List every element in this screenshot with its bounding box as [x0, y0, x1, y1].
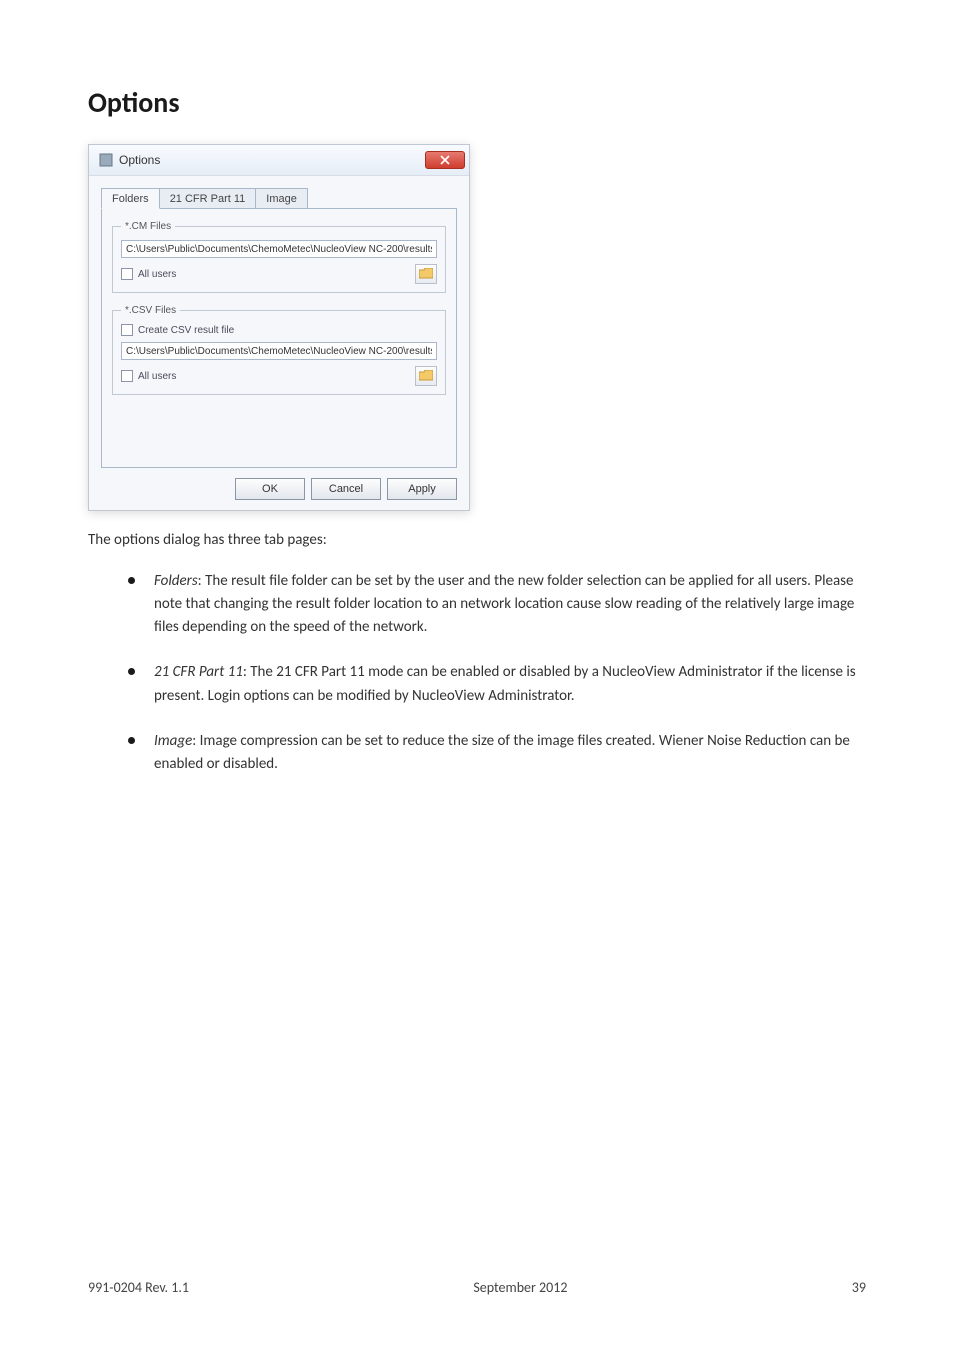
bullet-folders-text: : The result file folder can be set by t… — [154, 572, 854, 637]
bullet-21cfr-text: : The 21 CFR Part 11 mode can be enabled… — [154, 663, 856, 704]
tab-bar: Folders 21 CFR Part 11 Image — [101, 188, 457, 208]
close-button[interactable] — [425, 151, 465, 169]
options-dialog: Options Folders 21 CFR Part 11 Image *.C… — [88, 144, 470, 511]
footer-right: 39 — [852, 1279, 866, 1296]
csv-create-checkbox[interactable] — [121, 324, 133, 336]
bullet-21cfr: 21 CFR Part 11: The 21 CFR Part 11 mode … — [136, 661, 866, 708]
apply-button[interactable]: Apply — [387, 478, 457, 500]
tab-folders[interactable]: Folders — [101, 188, 160, 209]
bullet-image-text: : Image compression can be set to reduce… — [154, 732, 850, 773]
page-title: Options — [88, 85, 866, 120]
titlebar: Options — [89, 145, 469, 176]
cancel-button[interactable]: Cancel — [311, 478, 381, 500]
group-cm-files: *.CM Files All users — [112, 221, 446, 293]
dialog-title: Options — [119, 153, 425, 167]
bullet-image: Image: Image compression can be set to r… — [136, 730, 866, 777]
footer-left: 991-0204 Rev. 1.1 — [88, 1279, 189, 1296]
bullet-folders-label: Folders — [154, 572, 198, 590]
ok-button[interactable]: OK — [235, 478, 305, 500]
app-icon — [99, 153, 113, 167]
group-csv-files: *.CSV Files Create CSV result file All u… — [112, 305, 446, 395]
csv-path-input[interactable] — [121, 342, 437, 360]
tab-content: *.CM Files All users *.CSV Files — [101, 208, 457, 468]
csv-allusers-row[interactable]: All users — [121, 370, 176, 382]
cm-path-input[interactable] — [121, 240, 437, 258]
tab-21cfr[interactable]: 21 CFR Part 11 — [159, 188, 257, 208]
tab-image[interactable]: Image — [255, 188, 308, 208]
footer-center: September 2012 — [473, 1279, 567, 1296]
bullet-folders: Folders: The result file folder can be s… — [136, 570, 866, 640]
intro-text: The options dialog has three tab pages: — [88, 529, 866, 552]
cm-allusers-checkbox[interactable] — [121, 268, 133, 280]
group-cm-legend: *.CM Files — [121, 221, 175, 232]
csv-create-label: Create CSV result file — [138, 325, 234, 336]
cm-allusers-row[interactable]: All users — [121, 268, 176, 280]
cm-allusers-label: All users — [138, 269, 176, 280]
group-csv-legend: *.CSV Files — [121, 305, 180, 316]
csv-allusers-checkbox[interactable] — [121, 370, 133, 382]
csv-create-row[interactable]: Create CSV result file — [121, 324, 437, 336]
csv-browse-button[interactable] — [415, 366, 437, 386]
csv-allusers-label: All users — [138, 371, 176, 382]
footer: 991-0204 Rev. 1.1 September 2012 39 — [88, 1279, 866, 1296]
bullet-image-label: Image — [154, 732, 192, 750]
bullet-21cfr-label: 21 CFR Part 11 — [154, 663, 243, 681]
cm-browse-button[interactable] — [415, 264, 437, 284]
